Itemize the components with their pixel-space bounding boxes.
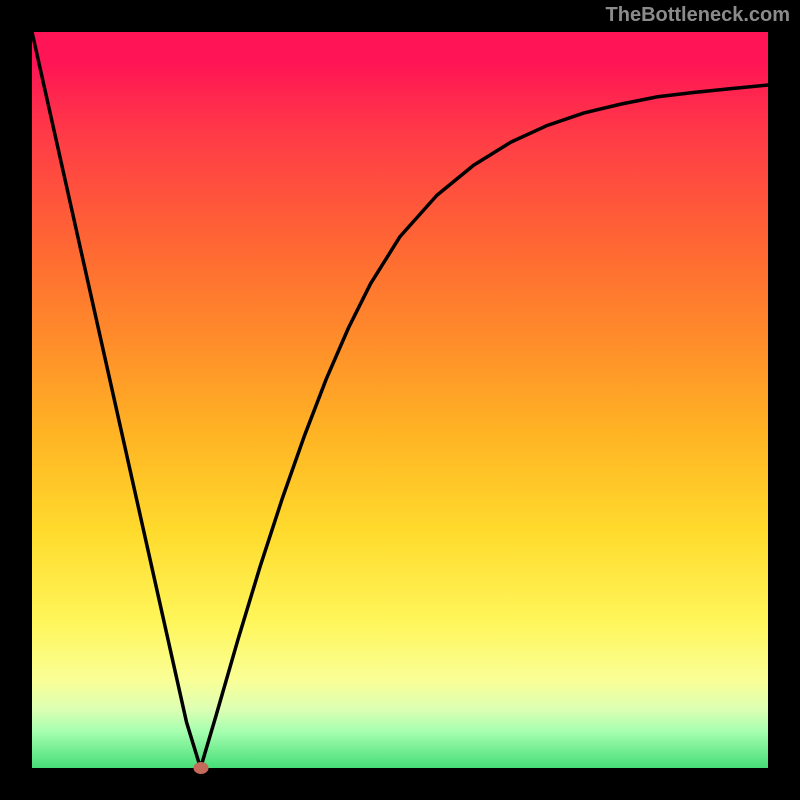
- minimum-marker-icon: [193, 762, 208, 774]
- bottleneck-curve: [32, 32, 768, 768]
- bottleneck-curve-path: [32, 32, 768, 768]
- chart-frame: TheBottleneck.com: [0, 0, 800, 800]
- attribution-label: TheBottleneck.com: [606, 4, 790, 27]
